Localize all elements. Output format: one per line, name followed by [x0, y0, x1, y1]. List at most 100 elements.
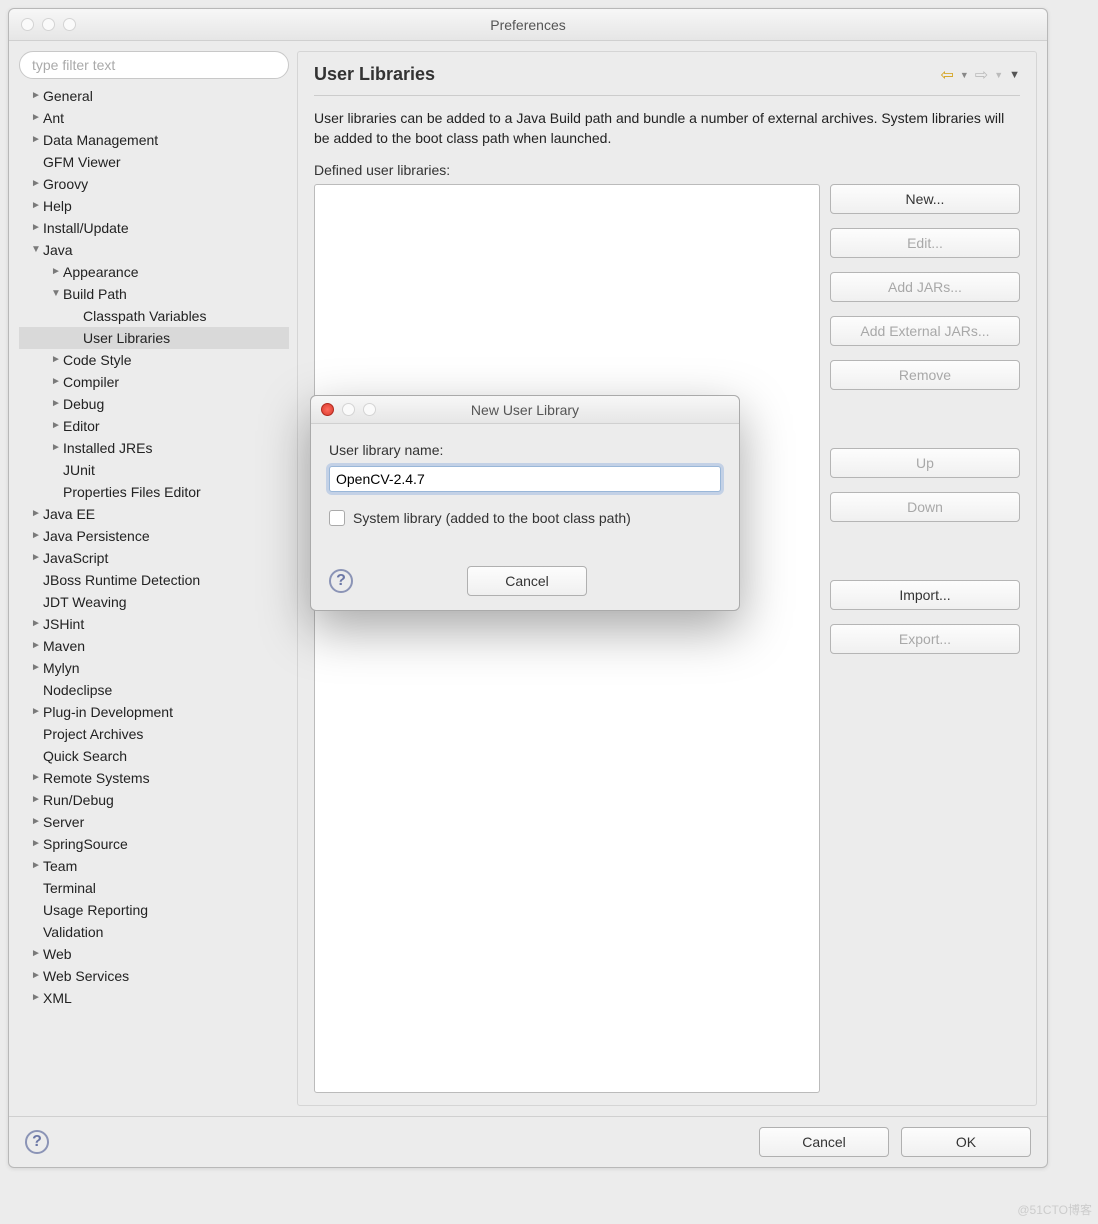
tree-item[interactable]: ►Install/Update	[19, 217, 289, 239]
ok-button[interactable]: OK	[901, 1127, 1031, 1157]
tree-item[interactable]: ►Java EE	[19, 503, 289, 525]
tree-item[interactable]: User Libraries	[19, 327, 289, 349]
chevron-right-icon[interactable]: ►	[49, 393, 63, 415]
close-icon[interactable]	[321, 403, 334, 416]
tree-item[interactable]: ►Debug	[19, 393, 289, 415]
chevron-right-icon[interactable]: ►	[49, 371, 63, 393]
help-icon[interactable]: ?	[329, 569, 353, 593]
tree-item[interactable]: JBoss Runtime Detection	[19, 569, 289, 591]
chevron-right-icon[interactable]: ►	[29, 173, 43, 195]
tree-item[interactable]: Validation	[19, 921, 289, 943]
system-library-row[interactable]: System library (added to the boot class …	[329, 510, 721, 526]
chevron-right-icon[interactable]: ►	[29, 811, 43, 833]
chevron-down-icon[interactable]: ▼	[29, 239, 43, 261]
up-button[interactable]: Up	[830, 448, 1020, 478]
tree-item[interactable]: Project Archives	[19, 723, 289, 745]
add-external-jars-button[interactable]: Add External JARs...	[830, 316, 1020, 346]
user-libraries-list[interactable]	[314, 184, 820, 1093]
tree-item[interactable]: ►Appearance	[19, 261, 289, 283]
library-name-input[interactable]	[329, 466, 721, 492]
tree-item[interactable]: ►Remote Systems	[19, 767, 289, 789]
tree-item[interactable]: Classpath Variables	[19, 305, 289, 327]
chevron-right-icon[interactable]: ►	[29, 547, 43, 569]
tree-item[interactable]: ►Ant	[19, 107, 289, 129]
help-icon[interactable]: ?	[25, 1130, 49, 1154]
chevron-right-icon[interactable]: ►	[29, 855, 43, 877]
tree-item[interactable]: ►Help	[19, 195, 289, 217]
tree-item[interactable]: ►JavaScript	[19, 547, 289, 569]
chevron-right-icon[interactable]: ►	[29, 107, 43, 129]
close-icon[interactable]	[21, 18, 34, 31]
zoom-icon[interactable]	[63, 18, 76, 31]
chevron-right-icon[interactable]: ►	[29, 987, 43, 1009]
minimize-icon[interactable]	[42, 18, 55, 31]
tree-item[interactable]: ▼Java	[19, 239, 289, 261]
tree-item[interactable]: ►Run/Debug	[19, 789, 289, 811]
chevron-right-icon[interactable]: ►	[29, 85, 43, 107]
checkbox-icon[interactable]	[329, 510, 345, 526]
minimize-icon[interactable]	[342, 403, 355, 416]
tree-item[interactable]: Usage Reporting	[19, 899, 289, 921]
import-button[interactable]: Import...	[830, 580, 1020, 610]
chevron-right-icon[interactable]: ►	[29, 217, 43, 239]
tree-item[interactable]: Properties Files Editor	[19, 481, 289, 503]
tree-item[interactable]: JDT Weaving	[19, 591, 289, 613]
tree-item[interactable]: ►XML	[19, 987, 289, 1009]
tree-item[interactable]: ►Editor	[19, 415, 289, 437]
chevron-right-icon[interactable]: ►	[49, 349, 63, 371]
tree-item[interactable]: ►JSHint	[19, 613, 289, 635]
tree-item[interactable]: ►Plug-in Development	[19, 701, 289, 723]
tree-item[interactable]: ►Groovy	[19, 173, 289, 195]
menu-icon[interactable]: ▼	[1009, 69, 1020, 81]
chevron-right-icon[interactable]: ►	[29, 613, 43, 635]
back-menu-icon[interactable]: ▼	[960, 70, 969, 80]
chevron-right-icon[interactable]: ►	[29, 943, 43, 965]
forward-icon[interactable]: ⇨	[975, 65, 988, 85]
tree-item[interactable]: ►Web Services	[19, 965, 289, 987]
tree-item[interactable]: ►Installed JREs	[19, 437, 289, 459]
chevron-right-icon[interactable]: ►	[29, 965, 43, 987]
export-button[interactable]: Export...	[830, 624, 1020, 654]
tree-item[interactable]: ►Server	[19, 811, 289, 833]
tree-item[interactable]: ►Web	[19, 943, 289, 965]
chevron-right-icon[interactable]: ►	[29, 701, 43, 723]
tree-item[interactable]: GFM Viewer	[19, 151, 289, 173]
tree-item[interactable]: ▼Build Path	[19, 283, 289, 305]
down-button[interactable]: Down	[830, 492, 1020, 522]
tree-item[interactable]: ►Code Style	[19, 349, 289, 371]
tree-item[interactable]: ►Compiler	[19, 371, 289, 393]
chevron-right-icon[interactable]: ►	[29, 635, 43, 657]
preferences-tree[interactable]: ►General►Ant►Data ManagementGFM Viewer►G…	[19, 85, 289, 1106]
chevron-right-icon[interactable]: ►	[29, 833, 43, 855]
chevron-right-icon[interactable]: ►	[49, 261, 63, 283]
add-jars-button[interactable]: Add JARs...	[830, 272, 1020, 302]
tree-item[interactable]: JUnit	[19, 459, 289, 481]
tree-item[interactable]: ►Mylyn	[19, 657, 289, 679]
chevron-right-icon[interactable]: ►	[29, 789, 43, 811]
chevron-right-icon[interactable]: ►	[49, 415, 63, 437]
tree-item[interactable]: ►Data Management	[19, 129, 289, 151]
tree-item[interactable]: Terminal	[19, 877, 289, 899]
cancel-button[interactable]: Cancel	[759, 1127, 889, 1157]
edit-button[interactable]: Edit...	[830, 228, 1020, 258]
chevron-right-icon[interactable]: ►	[29, 195, 43, 217]
chevron-right-icon[interactable]: ►	[29, 767, 43, 789]
chevron-right-icon[interactable]: ►	[49, 437, 63, 459]
dialog-cancel-button[interactable]: Cancel	[467, 566, 587, 596]
chevron-right-icon[interactable]: ►	[29, 525, 43, 547]
tree-item[interactable]: Nodeclipse	[19, 679, 289, 701]
back-icon[interactable]: ⇦	[940, 65, 953, 85]
tree-item[interactable]: ►General	[19, 85, 289, 107]
tree-item[interactable]: ►Team	[19, 855, 289, 877]
chevron-down-icon[interactable]: ▼	[49, 283, 63, 305]
chevron-right-icon[interactable]: ►	[29, 129, 43, 151]
tree-item[interactable]: Quick Search	[19, 745, 289, 767]
forward-menu-icon[interactable]: ▼	[994, 70, 1003, 80]
tree-item[interactable]: ►Java Persistence	[19, 525, 289, 547]
filter-input[interactable]: type filter text	[19, 51, 289, 79]
remove-button[interactable]: Remove	[830, 360, 1020, 390]
new-button[interactable]: New...	[830, 184, 1020, 214]
zoom-icon[interactable]	[363, 403, 376, 416]
chevron-right-icon[interactable]: ►	[29, 657, 43, 679]
tree-item[interactable]: ►Maven	[19, 635, 289, 657]
